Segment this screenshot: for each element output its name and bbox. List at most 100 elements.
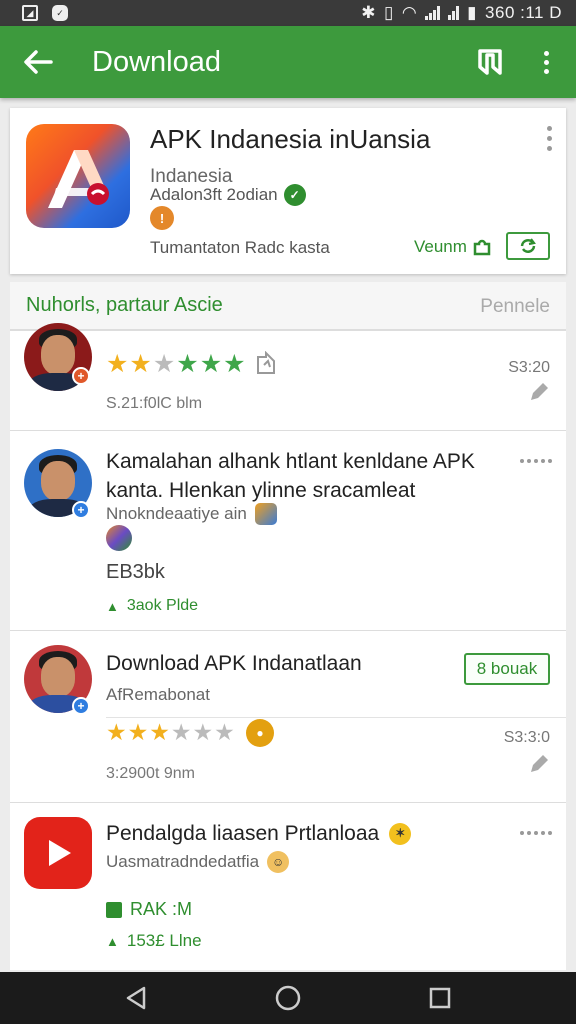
review-menu-button[interactable] <box>520 459 552 463</box>
share-button[interactable] <box>506 232 550 260</box>
nav-back-icon[interactable] <box>122 984 150 1012</box>
review-item[interactable]: + Download APK Indanatlaan 8 bouak AfRem… <box>10 630 566 802</box>
overflow-menu-button[interactable] <box>516 26 576 98</box>
reviews-section-header: Nuhorls, partaur Ascie Pennele <box>10 282 566 330</box>
edit-icon[interactable] <box>528 753 550 775</box>
star-rating: ★ ★ ★ ★ ★ ★ <box>106 719 235 746</box>
signal-icon <box>425 6 441 20</box>
version-text: Veunm <box>414 237 467 256</box>
menu-dot <box>541 459 545 463</box>
card-menu-button[interactable] <box>547 126 552 151</box>
avatar-face <box>41 335 75 375</box>
nav-home-icon[interactable] <box>274 984 302 1012</box>
star-icon: ★ <box>214 719 235 745</box>
review-subtitle: Nnokndeaatiye ain <box>106 503 277 525</box>
app-meta: Adalon3ft 2odian ✓ <box>150 184 306 206</box>
star-icon: ★ <box>127 719 149 745</box>
menu-dot <box>534 459 538 463</box>
section-action-link[interactable]: Pennele <box>480 296 550 318</box>
gallery-icon <box>106 525 132 551</box>
star-icon: ★ <box>106 719 127 745</box>
overflow-dot <box>543 50 549 56</box>
menu-dot <box>520 831 524 835</box>
menu-dot <box>541 831 545 835</box>
app-logo-graphic <box>48 150 109 208</box>
refresh-icon <box>520 238 536 253</box>
app-header-card: APK Indanesia inUansia Indanesia Adalon3… <box>10 108 566 274</box>
review-action-button[interactable]: 8 bouak <box>464 653 550 685</box>
edit-icon[interactable] <box>528 381 550 403</box>
review-item[interactable]: Pendalgda liaasen Prtlanloaa ✶ Uasmatrad… <box>10 802 566 970</box>
avatar-badge-icon: + <box>72 501 90 519</box>
shield-notification-icon: ✓ <box>52 5 68 21</box>
review-item[interactable]: + ★ ★ ★ ★ ★ ★ S3:20 S.21:f0lC blm <box>10 323 566 430</box>
review-footer-text: 3aok Plde <box>126 597 199 614</box>
star-icon: ★ <box>192 719 214 745</box>
menu-dot <box>534 831 538 835</box>
menu-dot <box>527 459 531 463</box>
star-icon: ★ <box>152 350 176 378</box>
review-tag-text: RAK :M <box>130 899 193 919</box>
review-meta: 3:2900t 9nm <box>106 765 195 782</box>
app-description: Tumantaton Radc kasta <box>150 238 330 257</box>
review-subtitle: Uasmatradndedatfia ☺ <box>106 851 290 873</box>
emoji-icon: ✶ <box>389 822 412 845</box>
thumbs-up-icon: ▲ <box>106 933 119 949</box>
menu-dot <box>520 459 524 463</box>
review-footer: ▲ 3aok Plde <box>106 597 198 615</box>
check-box-icon <box>106 901 122 918</box>
version-label[interactable]: Veunm <box>414 236 493 258</box>
review-meta: S.21:f0lC blm <box>106 395 203 412</box>
review-footer: ▲ 153£ Llne <box>106 931 202 951</box>
section-title: Nuhorls, partaur Ascie <box>26 294 223 316</box>
star-icon: ★ <box>199 350 223 378</box>
app-bar: Download <box>0 26 576 98</box>
emoji-icon: ● <box>246 719 274 747</box>
review-title-text: Pendalgda liaasen Prtlanloaa <box>106 822 380 845</box>
review-subtitle: AfRemabonat <box>106 685 210 704</box>
star-icon: ★ <box>170 719 192 745</box>
review-title: Download APK Indanatlaan <box>106 652 362 675</box>
verified-icon: ✓ <box>283 184 306 206</box>
page-title: Download <box>92 45 221 78</box>
app-name: APK Indanesia inUansia <box>150 124 431 154</box>
review-footer-text: 153£ Llne <box>126 931 202 950</box>
menu-dot <box>547 136 552 141</box>
review-item[interactable]: + Kamalahan alhank htlant kenldane APK k… <box>10 430 566 630</box>
menu-dot <box>548 831 552 835</box>
star-icon: ★ <box>223 350 246 378</box>
bookmark-button[interactable] <box>464 26 516 98</box>
battery-icon: ▮ <box>467 3 478 22</box>
flag-icon[interactable] <box>254 351 278 375</box>
star-icon: ★ <box>149 719 170 745</box>
star-rating: ★ ★ ★ ★ ★ ★ <box>106 349 246 379</box>
avatar-face <box>41 461 75 501</box>
star-icon: ★ <box>106 350 129 378</box>
menu-dot <box>547 146 552 151</box>
app-logo-icon[interactable] <box>26 124 130 228</box>
star-icon: ★ <box>176 350 199 378</box>
arrow-left-icon <box>24 50 53 74</box>
wifi-icon: ◠ <box>401 3 418 22</box>
menu-dot <box>548 459 552 463</box>
status-bar: ◢ ✓ ✱ ▯ ◠ ▮ 360 :11 D <box>0 0 576 26</box>
review-menu-button[interactable] <box>520 831 552 835</box>
youtube-logo-icon[interactable] <box>24 817 92 889</box>
star-icon: ★ <box>129 350 152 378</box>
menu-dot <box>547 126 552 131</box>
vibrate-icon: ▯ <box>383 3 394 22</box>
review-title: Kamalahan alhank htlant kenldane APK kan… <box>106 450 475 502</box>
emoji-icon: ☺ <box>267 851 290 873</box>
screenshot-notification-icon: ◢ <box>22 5 38 21</box>
back-button[interactable] <box>0 26 76 98</box>
app-rating-badge: ! <box>150 206 174 230</box>
nav-recents-icon[interactable] <box>426 984 454 1012</box>
review-date: S3:20 <box>508 359 550 376</box>
puzzle-icon <box>473 239 491 256</box>
avatar-face <box>41 657 75 697</box>
status-time: 360 :11 D <box>485 3 562 22</box>
review-title: Pendalgda liaasen Prtlanloaa ✶ <box>106 819 412 848</box>
thumbs-up-icon: ▲ <box>106 598 119 614</box>
overflow-dot <box>543 59 549 65</box>
system-nav-bar <box>0 972 576 1024</box>
